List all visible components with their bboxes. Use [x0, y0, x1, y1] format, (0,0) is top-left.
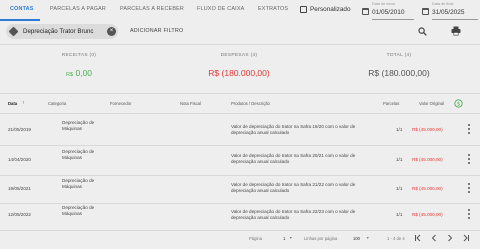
calendar-icon [362, 8, 369, 15]
page-label: Página [249, 236, 263, 241]
row-parcelas: 1/1 [396, 186, 403, 191]
last-page-icon[interactable] [462, 234, 470, 242]
more-vert-icon[interactable] [468, 154, 471, 166]
table-header: Data ↑ Categoria Fornecedor Nota Fiscal … [0, 96, 480, 112]
row-description: Valor de depreciação do trator na Safra … [231, 182, 356, 194]
date-start-value: 01/05/2010 [372, 9, 405, 16]
header-parcelas[interactable]: Parcelas [383, 101, 399, 106]
row-description: Valor de depreciação do trator na Safra … [231, 209, 356, 221]
date-end-underline [432, 19, 478, 20]
row-value: R$ (45.000,00) [412, 186, 443, 191]
chevron-right-icon[interactable] [446, 234, 454, 242]
filter-chip[interactable]: Depreciação Trator Brunc × [6, 24, 118, 39]
table-row[interactable]: 14/04/2020 Depreciação de Máquinas Valor… [0, 146, 480, 177]
tab-parcelas-a-pagar[interactable]: PARCELAS A PAGAR [50, 6, 106, 12]
row-date: 12/05/2022 [8, 212, 31, 217]
row-category: Depreciação de Máquinas [62, 120, 95, 132]
personalizado-button[interactable]: Personalizado [300, 4, 356, 16]
rows-per-page-select[interactable]: 100 [353, 236, 360, 241]
despesas-label: DESPESAS (4) [220, 53, 258, 58]
refresh-icon[interactable]: $ [454, 99, 463, 108]
chevron-down-icon[interactable]: ▼ [289, 236, 293, 240]
date-end-value: 31/05/2025 [432, 9, 465, 16]
row-category: Depreciação de Máquinas [62, 149, 95, 161]
personalizado-label: Personalizado [310, 6, 351, 13]
divider [0, 44, 480, 45]
header-valor-original[interactable]: Valor Original [419, 101, 444, 106]
add-filter-button[interactable]: ADICIONAR FILTRO [130, 28, 183, 34]
filter-chip-label: Depreciação Trator Brunc [23, 28, 94, 35]
tab-contas[interactable]: CONTAS [10, 6, 34, 12]
row-parcelas: 1/1 [396, 212, 403, 217]
more-vert-icon[interactable] [468, 209, 471, 221]
svg-text:$: $ [457, 101, 461, 107]
divider [0, 230, 480, 231]
total-label: TOTAL (4) [386, 53, 412, 58]
table-row[interactable]: 21/05/2019 Depreciação de Máquinas Valor… [0, 114, 480, 145]
receitas-value: R$ 0,00 [19, 68, 139, 78]
receitas-label: RECEITAS (0) [61, 53, 97, 58]
header-data[interactable]: Data [8, 101, 17, 106]
calendar-icon [422, 8, 429, 15]
header-nota-fiscal[interactable]: Nota Fiscal [180, 101, 201, 106]
more-vert-icon[interactable] [468, 183, 471, 195]
chevron-down-icon[interactable]: ▼ [366, 236, 370, 240]
header-categoria[interactable]: Categoria [48, 101, 66, 106]
date-start-caption: Data de início [372, 2, 396, 6]
row-value: R$ (45.000,00) [412, 127, 443, 132]
top-navigation: CONTAS PARCELAS A PAGAR PARCELAS A RECEB… [0, 0, 480, 22]
search-icon[interactable] [418, 27, 427, 36]
tab-parcelas-a-receber[interactable]: PARCELAS A RECEBER [120, 6, 184, 12]
row-description: Valor de depreciação do trator na Safra … [231, 124, 356, 136]
row-date: 14/04/2020 [8, 157, 31, 162]
row-date: 21/05/2019 [8, 127, 31, 132]
despesas-value: R$ (180.000,00) [208, 68, 270, 78]
arrow-up-icon[interactable]: ↑ [22, 100, 25, 106]
calendar-range-icon [300, 6, 307, 13]
date-end-caption: Data de final [432, 2, 454, 6]
receitas-amount: 0,00 [75, 68, 93, 78]
chevron-left-icon[interactable] [430, 234, 438, 242]
first-page-icon[interactable] [414, 234, 422, 242]
more-vert-icon[interactable] [468, 124, 471, 136]
rows-per-page-label: Linhas por página [304, 236, 338, 241]
row-value: R$ (45.000,00) [412, 157, 443, 162]
tab-extratos[interactable]: EXTRATOS [258, 6, 288, 12]
header-fornecedor[interactable]: Fornecedor [110, 101, 131, 106]
header-produtos[interactable]: Produtos / Descrição [231, 101, 270, 106]
receitas-currency: R$ [65, 72, 74, 78]
tab-fluxo-de-caixa[interactable]: FLUXO DE CAIXA [197, 6, 244, 12]
close-icon[interactable]: × [107, 27, 116, 36]
date-start-underline [372, 19, 414, 20]
row-date: 19/05/2021 [8, 186, 31, 191]
row-value: R$ (45.000,00) [412, 212, 443, 217]
filter-bar: Depreciação Trator Brunc × ADICIONAR FIL… [0, 22, 480, 44]
pagination-range: 1 - 4 de 4 [387, 236, 405, 241]
page-select[interactable]: 1 [283, 236, 285, 241]
row-parcelas: 1/1 [396, 127, 403, 132]
row-parcelas: 1/1 [396, 157, 403, 162]
row-category: Depreciação de Máquinas [62, 205, 95, 217]
print-icon[interactable] [451, 26, 461, 36]
divider [0, 93, 480, 94]
row-description: Valor de depreciação do trator na Safra … [231, 153, 356, 165]
tag-icon [8, 26, 19, 37]
total-value: R$ (180.000,00) [368, 68, 430, 78]
active-tab-indicator [0, 19, 40, 21]
row-category: Depreciação de Máquinas [62, 178, 95, 190]
